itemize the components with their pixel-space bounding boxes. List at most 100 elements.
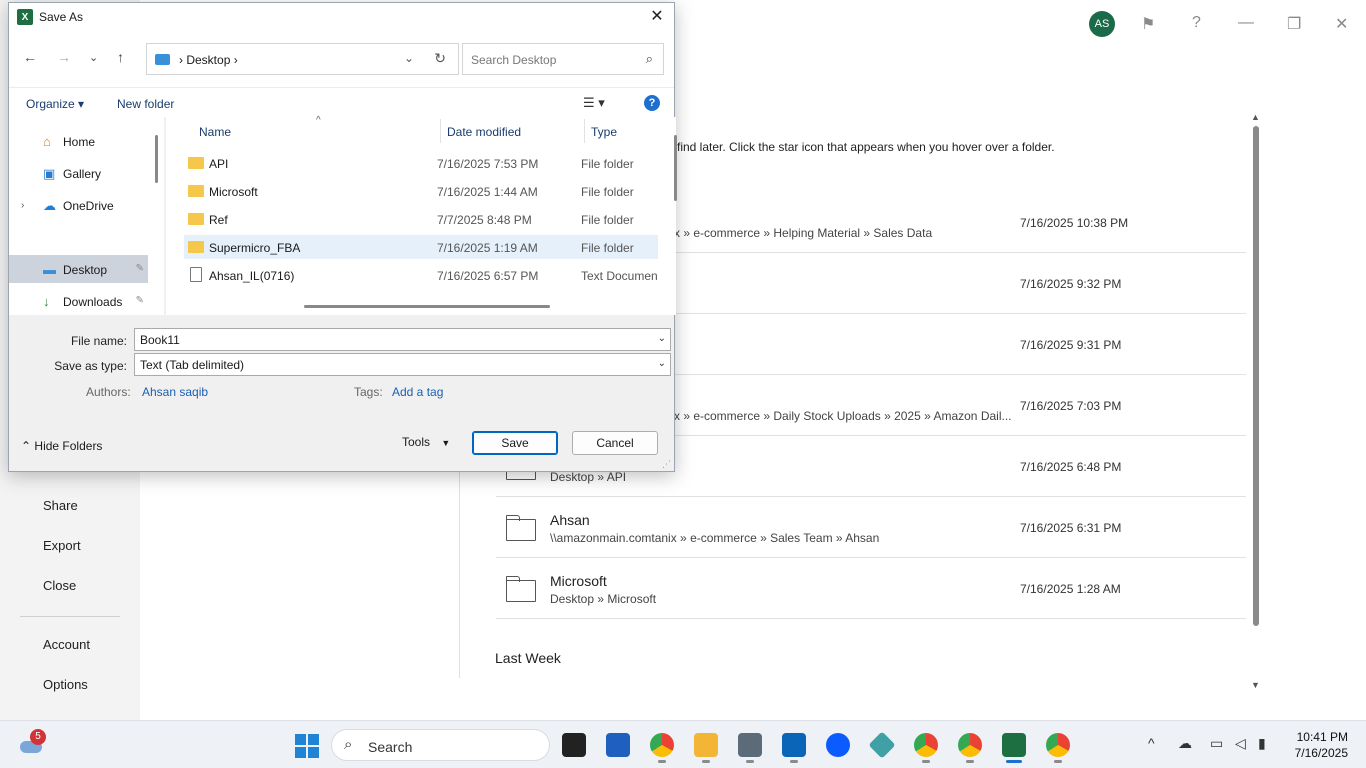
store-icon[interactable]: [606, 733, 630, 757]
new-folder-button[interactable]: New folder: [117, 97, 174, 111]
taskbar-search-input[interactable]: Search: [368, 739, 412, 755]
file-name-value[interactable]: Book11: [140, 333, 180, 347]
back-arrow-icon[interactable]: ←: [23, 49, 37, 65]
save-button[interactable]: Save: [472, 431, 558, 455]
onedrive-sync-icon[interactable]: ☁: [1178, 735, 1192, 752]
pin-icon[interactable]: ✎: [136, 263, 144, 274]
recent-folder-name: Ahsan: [550, 512, 590, 528]
file-row[interactable]: API 7/16/2025 7:53 PM File folder: [184, 151, 658, 175]
show-hidden-icons-chevron-icon[interactable]: ^: [1148, 735, 1155, 751]
resize-grip-icon[interactable]: ⋰: [662, 459, 671, 470]
running-indicator: [746, 760, 754, 763]
tools-label: Tools: [402, 435, 431, 449]
system-clock[interactable]: 10:41 PM 7/16/2025: [1284, 729, 1348, 761]
file-row[interactable]: Microsoft 7/16/2025 1:44 AM File folder: [184, 179, 658, 203]
zoom-icon[interactable]: [826, 733, 850, 757]
restore-icon[interactable]: ❐: [1287, 14, 1301, 34]
column-divider[interactable]: [440, 119, 441, 143]
minimize-icon[interactable]: —: [1238, 14, 1254, 32]
nav-export[interactable]: Export: [43, 538, 81, 553]
recent-locations-chevron-icon[interactable]: ⌄: [89, 51, 98, 64]
breadcrumb[interactable]: › Desktop ›: [179, 53, 238, 67]
recent-folder-path: x » e-commerce » Daily Stock Uploads » 2…: [674, 409, 1012, 423]
calculator-icon[interactable]: [738, 733, 762, 757]
column-header-type[interactable]: Type: [591, 125, 617, 139]
help-icon[interactable]: ?: [644, 95, 660, 111]
scroll-up-icon[interactable]: ▲: [1251, 112, 1260, 122]
chrome-profile-icon[interactable]: [914, 733, 938, 757]
tree-scrollbar[interactable]: [155, 135, 158, 183]
forward-arrow-icon[interactable]: →: [57, 49, 71, 65]
recent-folder-row[interactable]: Ahsan \\amazonmain.comtanix » e-commerce…: [496, 497, 1246, 558]
file-row[interactable]: Ahsan_IL(0716) 7/16/2025 6:57 PM Text Do…: [184, 263, 658, 287]
file-row[interactable]: Ref 7/7/2025 8:48 PM File folder: [184, 207, 658, 231]
dialog-close-button[interactable]: ✕: [646, 6, 668, 28]
network-icon[interactable]: ▭: [1210, 735, 1223, 752]
column-header-name[interactable]: Name: [199, 125, 231, 139]
scroll-thumb[interactable]: [1253, 126, 1259, 626]
nav-account[interactable]: Account: [43, 637, 90, 652]
organize-button[interactable]: Organize ▾: [26, 97, 84, 111]
chrome-icon[interactable]: [650, 733, 674, 757]
excel-icon[interactable]: [1002, 733, 1026, 757]
file-name-field[interactable]: Book11 ⌄: [134, 328, 671, 351]
dialog-title: Save As: [39, 10, 84, 24]
help-icon[interactable]: ?: [1192, 14, 1201, 32]
expand-chevron-icon[interactable]: ›: [21, 200, 24, 211]
taskbar-search[interactable]: ⌕ Search: [331, 729, 550, 761]
volume-icon[interactable]: ◁: [1235, 735, 1246, 752]
file-explorer-icon[interactable]: [694, 733, 718, 757]
comments-icon[interactable]: ⚑: [1141, 14, 1155, 34]
address-dropdown-icon[interactable]: ⌄: [404, 51, 414, 65]
tools-button[interactable]: Tools ▼: [402, 435, 450, 449]
tree-item-downloads[interactable]: ↓ Downloads ✎: [9, 287, 148, 315]
file-name: Ref: [209, 213, 228, 227]
cancel-button[interactable]: Cancel: [572, 431, 658, 455]
battery-icon[interactable]: ▮: [1258, 735, 1266, 752]
weather-widget[interactable]: 5: [18, 729, 46, 757]
scroll-down-icon[interactable]: ▼: [1251, 680, 1260, 690]
tags-input[interactable]: Add a tag: [392, 385, 443, 399]
file-date: 7/16/2025 1:44 AM: [437, 185, 538, 199]
tree-item-gallery[interactable]: ▣ Gallery: [9, 159, 148, 187]
dialog-titlebar[interactable]: X Save As ✕: [9, 3, 674, 31]
tree-item-onedrive[interactable]: › ☁ OneDrive: [9, 191, 148, 219]
tree-item-desktop[interactable]: ▬ Desktop ✎: [9, 255, 148, 283]
outlook-icon[interactable]: [782, 733, 806, 757]
running-indicator: [922, 760, 930, 763]
recent-folder-row[interactable]: Microsoft Desktop » Microsoft 7/16/2025 …: [496, 558, 1246, 619]
task-view-icon[interactable]: [562, 733, 586, 757]
search-input[interactable]: Search Desktop: [471, 53, 556, 67]
refresh-icon[interactable]: ↻: [434, 50, 446, 67]
chrome-profile-icon[interactable]: [958, 733, 982, 757]
nav-share[interactable]: Share: [43, 498, 78, 513]
save-type-select[interactable]: Text (Tab delimited) ⌄: [134, 353, 671, 376]
start-icon[interactable]: [295, 734, 319, 758]
chevron-down-icon[interactable]: ⌄: [658, 358, 666, 369]
avatar[interactable]: AS: [1089, 11, 1115, 37]
authors-value[interactable]: Ahsan saqib: [142, 385, 208, 399]
chrome-profile-icon[interactable]: [1046, 733, 1070, 757]
hide-folders-button[interactable]: ⌃ Hide Folders: [21, 439, 102, 453]
up-arrow-icon[interactable]: ↑: [117, 49, 124, 65]
view-options-icon[interactable]: ☰ ▾: [583, 95, 605, 111]
search-icon[interactable]: ⌕: [646, 51, 653, 67]
file-type: File folder: [581, 241, 634, 255]
nav-options[interactable]: Options: [43, 677, 88, 692]
column-divider[interactable]: [584, 119, 585, 143]
tree-item-home[interactable]: ⌂ Home: [9, 127, 148, 155]
pin-icon[interactable]: ✎: [136, 295, 144, 306]
nav-close[interactable]: Close: [43, 578, 76, 593]
app-diamond-icon[interactable]: [868, 731, 896, 759]
breadcrumb-desktop[interactable]: Desktop: [186, 53, 230, 67]
column-header-date[interactable]: Date modified: [447, 125, 521, 139]
file-list-vertical-scrollbar[interactable]: [674, 135, 677, 201]
file-list-horizontal-scrollbar[interactable]: [304, 305, 550, 308]
file-row-selected[interactable]: Supermicro_FBA 7/16/2025 1:19 AM File fo…: [184, 235, 658, 259]
search-box[interactable]: Search Desktop ⌕: [462, 43, 664, 75]
recent-folder-date: 7/16/2025 10:38 PM: [1020, 216, 1129, 230]
address-bar[interactable]: › Desktop › ⌄ ↻: [146, 43, 459, 75]
chevron-down-icon[interactable]: ⌄: [658, 333, 666, 344]
recent-scrollbar[interactable]: ▲ ▼: [1251, 112, 1261, 692]
window-close-icon[interactable]: ✕: [1335, 14, 1348, 34]
